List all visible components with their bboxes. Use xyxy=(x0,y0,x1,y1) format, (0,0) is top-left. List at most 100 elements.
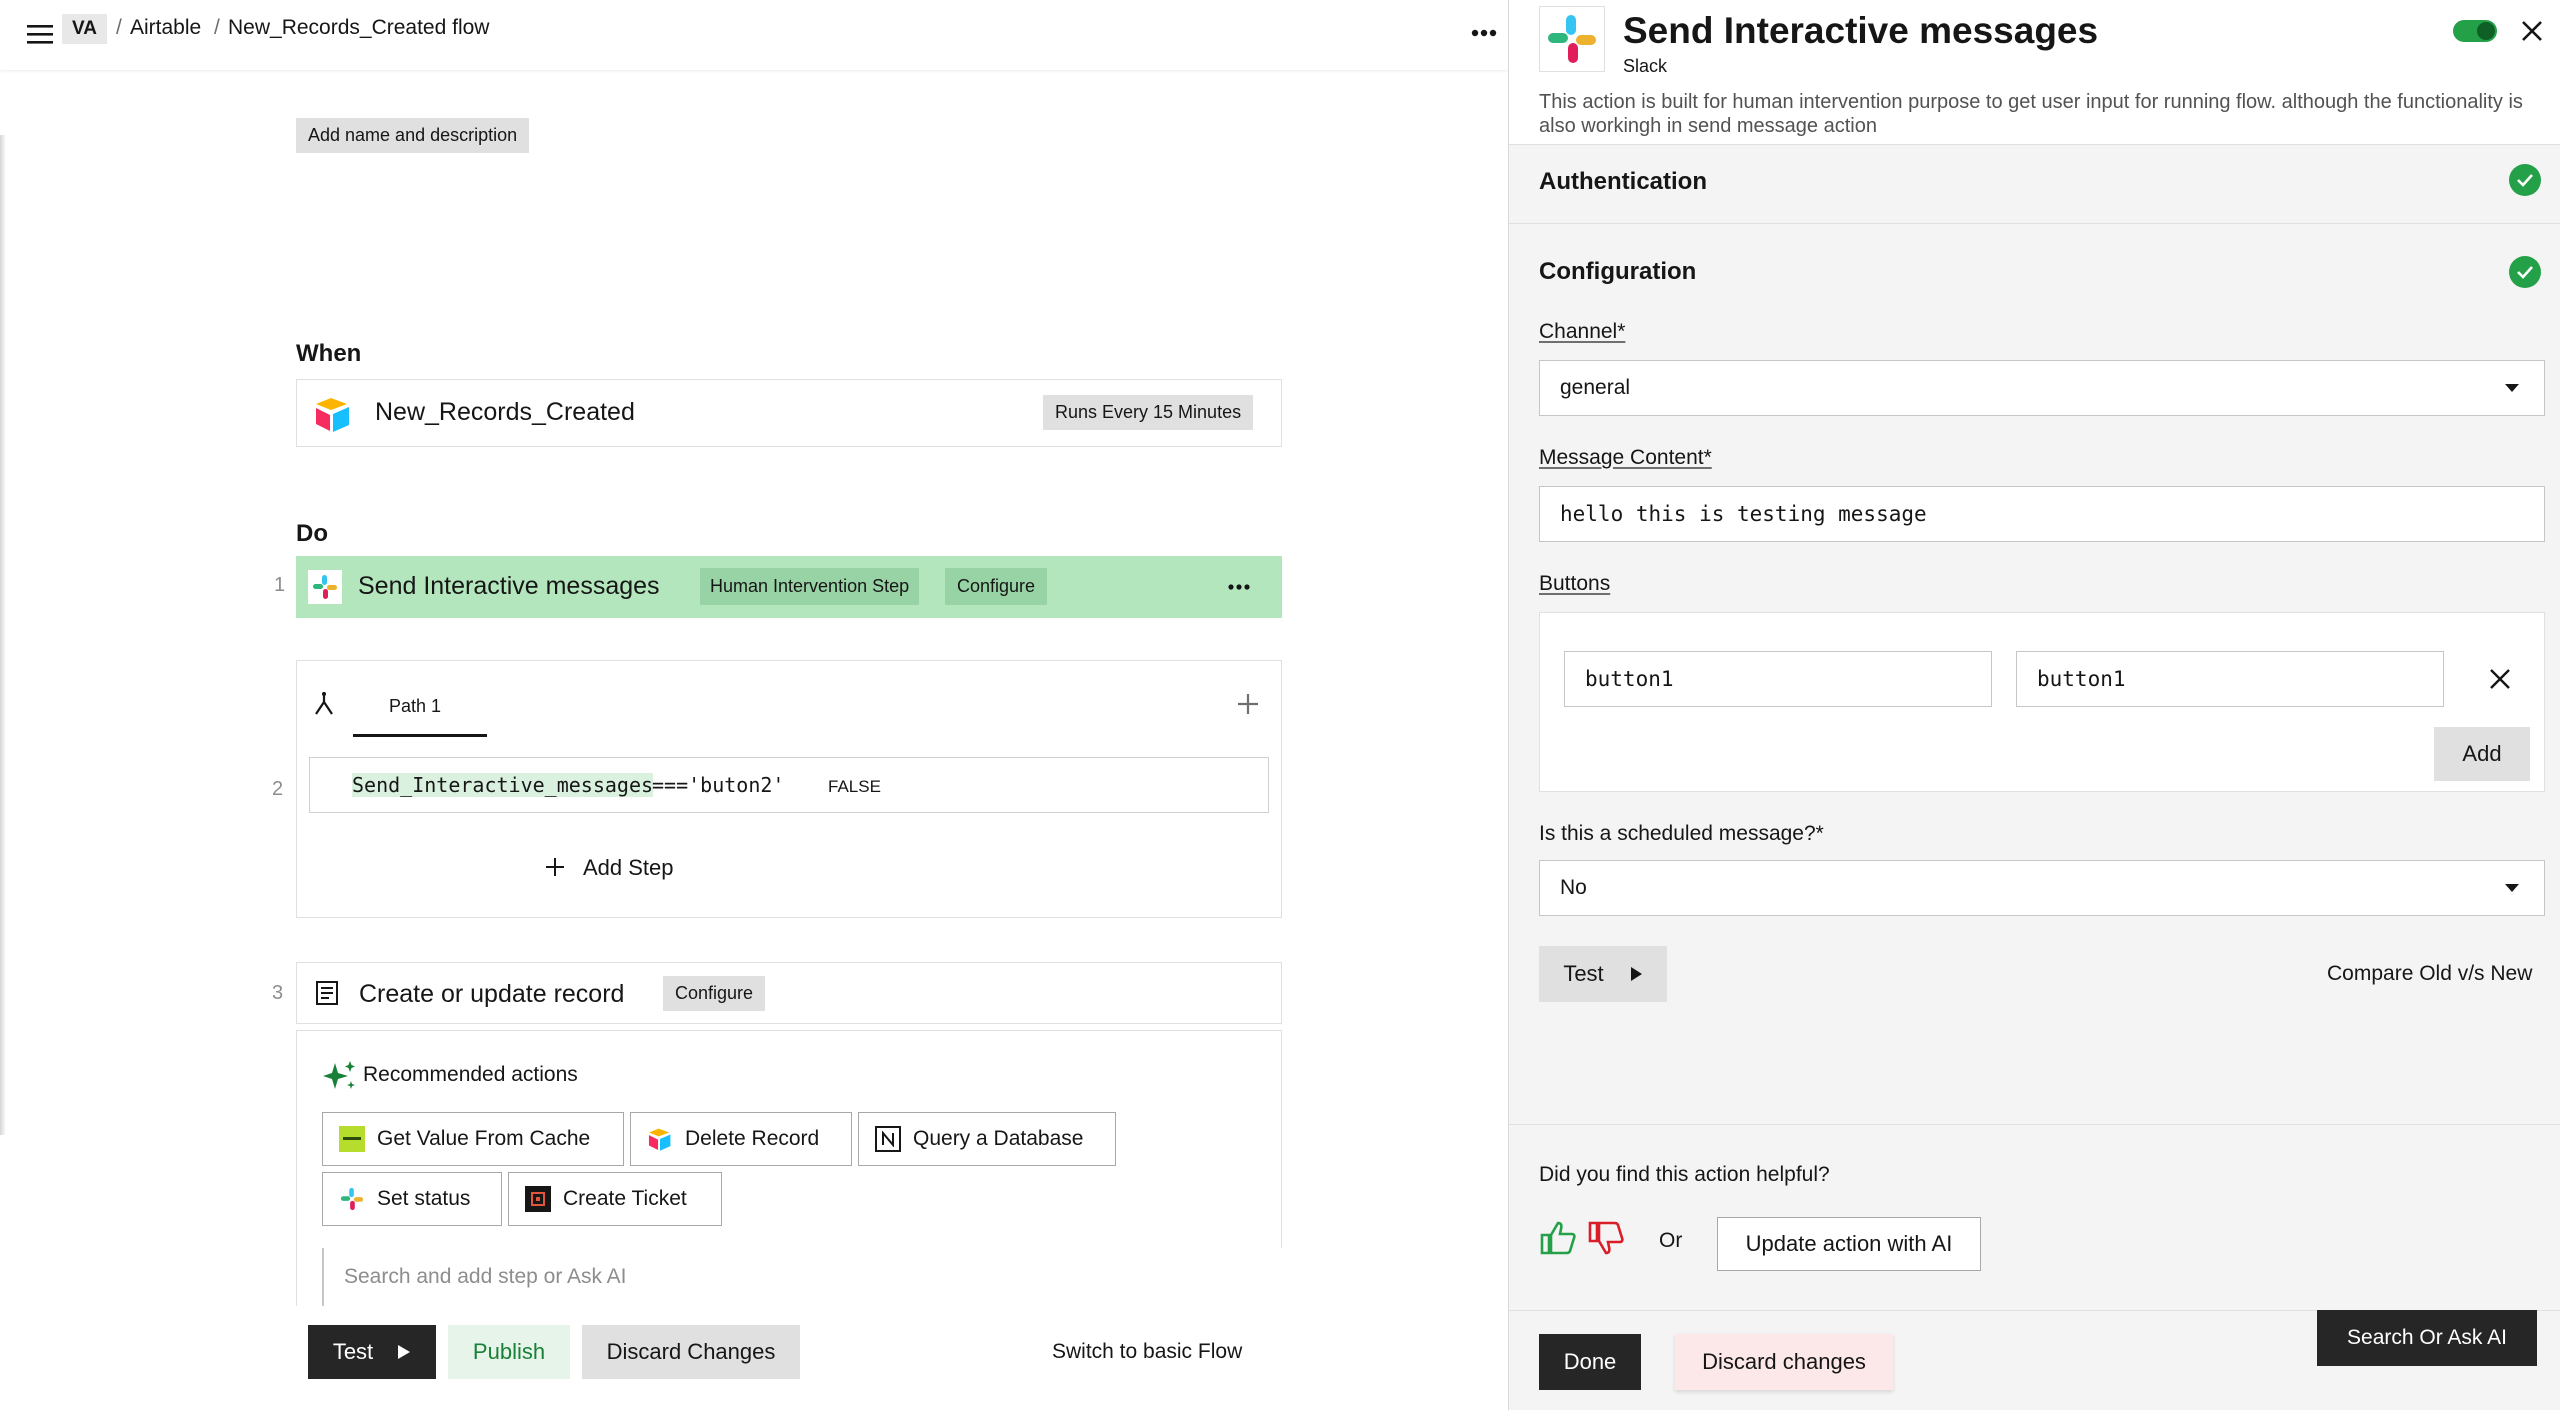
human-intervention-badge: Human Intervention Step xyxy=(700,568,920,605)
add-path-icon[interactable] xyxy=(1233,689,1263,719)
search-ask-ai-button[interactable]: Search Or Ask AI xyxy=(2317,1310,2537,1366)
add-name-description-button[interactable]: Add name and description xyxy=(296,118,530,153)
channel-value: general xyxy=(1560,376,1631,399)
recommended-title: Recommended actions xyxy=(363,1063,578,1086)
step-name: Create or update record xyxy=(359,980,625,1008)
flow-editor: VA / Airtable / New_Records_Created flow… xyxy=(0,0,1508,1410)
action-label: Query a Database xyxy=(913,1127,1084,1150)
search-step-placeholder: Search and add step or Ask AI xyxy=(344,1265,627,1288)
buttons-container: button1 button1 Add xyxy=(1539,612,2545,792)
check-icon xyxy=(2509,256,2541,288)
helpful-question: Did you find this action helpful? xyxy=(1539,1163,1830,1186)
or-label: Or xyxy=(1659,1229,1683,1252)
discard-panel-changes-button[interactable]: Discard changes xyxy=(1675,1334,1893,1390)
add-step-icon[interactable] xyxy=(543,855,567,879)
authentication-title: Authentication xyxy=(1539,168,1707,195)
tab-underline xyxy=(353,734,487,737)
action-query-database[interactable]: Query a Database xyxy=(858,1112,1116,1166)
close-icon[interactable] xyxy=(2517,16,2547,46)
switch-basic-flow-link[interactable]: Switch to basic Flow xyxy=(1052,1340,1242,1364)
toggle-knob xyxy=(2477,22,2495,40)
action-delete-record[interactable]: Delete Record xyxy=(630,1112,852,1166)
play-icon xyxy=(397,1344,411,1360)
test-action-button[interactable]: Test xyxy=(1539,946,1667,1002)
search-step-input[interactable]: Search and add step or Ask AI xyxy=(322,1248,1282,1306)
action-label: Set status xyxy=(377,1187,471,1210)
configure-button[interactable]: Configure xyxy=(945,568,1048,605)
action-config-panel: Send Interactive messages Slack This act… xyxy=(1508,0,2560,1410)
button-text-value: button1 xyxy=(1585,667,1674,691)
authentication-section[interactable]: Authentication xyxy=(1509,146,2560,224)
sparkle-icon xyxy=(323,1059,357,1093)
step-more-icon[interactable] xyxy=(1224,574,1254,600)
play-icon xyxy=(1630,966,1643,982)
button-text-input[interactable]: button1 xyxy=(1564,651,1992,707)
schedule-badge: Runs Every 15 Minutes xyxy=(1043,395,1254,430)
edge-shadow xyxy=(0,135,6,1135)
workspace-badge[interactable]: VA xyxy=(62,14,107,44)
action-create-ticket[interactable]: Create Ticket xyxy=(508,1172,722,1226)
scheduled-label: Is this a scheduled message?* xyxy=(1539,822,1824,845)
configuration-title: Configuration xyxy=(1539,258,1697,285)
trigger-name: New_Records_Created xyxy=(375,398,635,426)
condition-result: FALSE xyxy=(828,777,881,796)
configure-button[interactable]: Configure xyxy=(663,976,766,1011)
thumbs-down-icon[interactable] xyxy=(1587,1219,1625,1257)
action-label: Get Value From Cache xyxy=(377,1127,591,1150)
step-name: Send Interactive messages xyxy=(358,572,660,600)
tab-path-1[interactable]: Path 1 xyxy=(389,696,441,717)
airtable-icon xyxy=(313,394,353,434)
test-action-label: Test xyxy=(1563,961,1604,986)
breadcrumb-app[interactable]: Airtable xyxy=(130,16,201,40)
test-flow-button[interactable]: Test xyxy=(308,1325,436,1379)
top-bar: VA / Airtable / New_Records_Created flow xyxy=(0,0,1508,70)
condition-row[interactable]: Send_Interactive_messages ==='buton2' FA… xyxy=(309,757,1269,813)
message-content-input[interactable]: hello this is testing message xyxy=(1539,486,2545,542)
step-number: 2 xyxy=(272,778,284,800)
remove-button-icon[interactable] xyxy=(2486,665,2514,693)
breadcrumb-separator: / xyxy=(116,16,122,39)
feedback-section: Did you find this action helpful? Or Upd… xyxy=(1509,1124,2560,1310)
slack-icon xyxy=(339,1186,365,1212)
scheduled-select[interactable]: No xyxy=(1539,860,2545,916)
panel-title: Send Interactive messages xyxy=(1623,10,2099,51)
slack-icon xyxy=(308,570,342,604)
slack-logo-icon xyxy=(1539,6,1605,72)
step-number: 1 xyxy=(274,574,286,596)
publish-button[interactable]: Publish xyxy=(448,1325,570,1379)
panel-description: This action is built for human intervent… xyxy=(1539,91,2523,137)
channel-select[interactable]: general xyxy=(1539,360,2545,416)
add-button[interactable]: Add xyxy=(2434,727,2530,781)
notion-icon xyxy=(875,1126,901,1152)
discard-changes-button[interactable]: Discard Changes xyxy=(582,1325,800,1379)
panel-app-name: Slack xyxy=(1623,56,1668,76)
thumbs-up-icon[interactable] xyxy=(1539,1219,1577,1257)
enable-toggle[interactable] xyxy=(2453,20,2497,42)
action-set-status[interactable]: Set status xyxy=(322,1172,502,1226)
scheduled-value: No xyxy=(1560,876,1587,899)
done-button[interactable]: Done xyxy=(1539,1334,1641,1390)
more-options-icon[interactable] xyxy=(1468,18,1500,48)
step-card-create-update[interactable]: Create or update record Configure xyxy=(296,962,1282,1024)
channel-label: Channel* xyxy=(1539,320,1626,343)
check-icon xyxy=(2509,164,2541,196)
add-step-button[interactable]: Add Step xyxy=(583,855,674,881)
test-flow-label: Test xyxy=(332,1339,374,1364)
chevron-down-icon xyxy=(2504,883,2520,893)
breadcrumb-flow-name: New_Records_Created flow xyxy=(228,16,490,39)
airtable-icon xyxy=(647,1126,673,1152)
trigger-card[interactable]: New_Records_Created Runs Every 15 Minute… xyxy=(296,379,1282,447)
compare-old-new-link[interactable]: Compare Old v/s New xyxy=(2327,962,2532,986)
condition-expression: ==='buton2' xyxy=(652,773,785,797)
update-action-ai-button[interactable]: Update action with AI xyxy=(1717,1217,1981,1271)
action-get-value-cache[interactable]: Get Value From Cache xyxy=(322,1112,624,1166)
branch-icon xyxy=(309,689,339,719)
condition-variable: Send_Interactive_messages xyxy=(352,773,654,797)
message-content-label: Message Content* xyxy=(1539,446,1712,469)
ticket-icon xyxy=(525,1186,551,1212)
step-card-send-interactive[interactable]: Send Interactive messages Human Interven… xyxy=(296,556,1282,618)
when-label: When xyxy=(296,340,362,367)
button-value-input[interactable]: button1 xyxy=(2016,651,2444,707)
action-label: Delete Record xyxy=(685,1127,820,1150)
menu-icon[interactable] xyxy=(26,20,54,48)
